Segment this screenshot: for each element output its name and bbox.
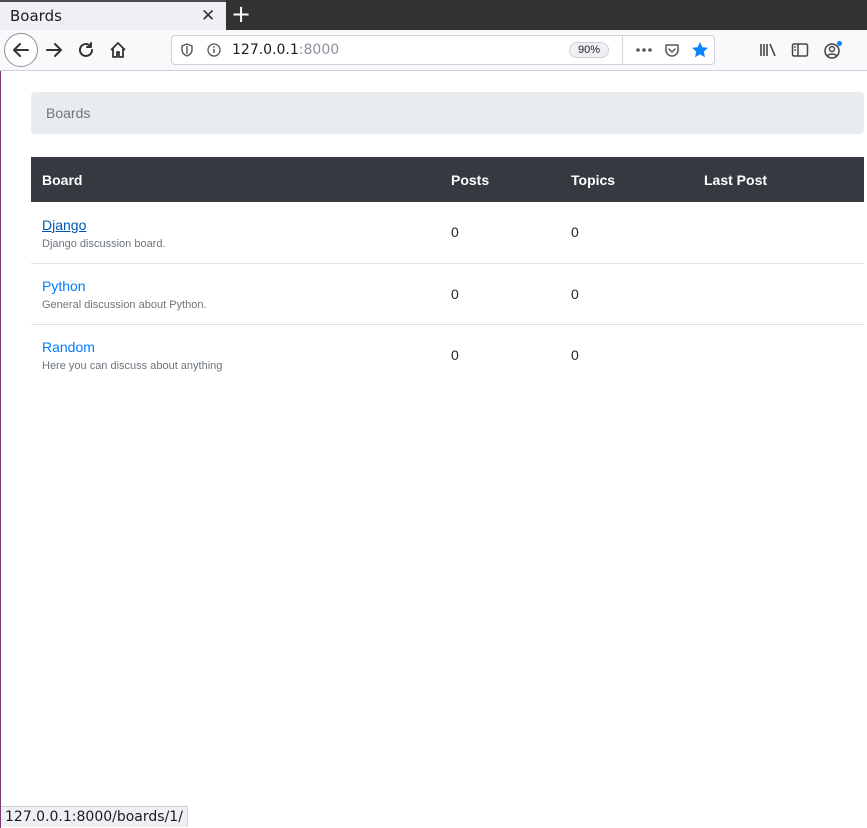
home-button[interactable] bbox=[102, 34, 134, 66]
info-icon[interactable] bbox=[206, 42, 222, 58]
table-header-row: Board Posts Topics Last Post bbox=[31, 157, 864, 202]
url-host: 127.0.0.1 bbox=[232, 42, 299, 58]
bookmark-star-icon[interactable] bbox=[691, 41, 709, 59]
breadcrumb-item-boards: Boards bbox=[46, 105, 91, 121]
library-icon[interactable] bbox=[758, 40, 778, 60]
back-button[interactable] bbox=[4, 33, 38, 67]
topics-count: 0 bbox=[571, 346, 579, 363]
new-tab-icon[interactable]: + bbox=[231, 1, 251, 27]
table-row: Django Django discussion board. 0 0 bbox=[31, 202, 864, 263]
url-bar[interactable]: 127.0.0.1:8000 90% bbox=[171, 35, 715, 65]
pocket-icon[interactable] bbox=[663, 42, 681, 58]
close-tab-icon[interactable]: ✕ bbox=[201, 6, 215, 26]
board-link-django[interactable]: Django bbox=[42, 217, 440, 233]
board-link-random[interactable]: Random bbox=[42, 339, 440, 355]
last-post bbox=[693, 263, 864, 324]
tab-boards[interactable]: Boards ✕ bbox=[0, 0, 226, 30]
table-row: Python General discussion about Python. … bbox=[31, 263, 864, 324]
forward-arrow-icon bbox=[46, 43, 62, 57]
account-icon[interactable] bbox=[822, 40, 844, 60]
posts-count: 0 bbox=[451, 224, 459, 241]
table-row: Random Here you can discuss about anythi… bbox=[31, 324, 864, 385]
column-header-last-post: Last Post bbox=[704, 171, 768, 188]
shield-icon[interactable] bbox=[179, 42, 195, 58]
board-description: Django discussion board. bbox=[42, 237, 166, 250]
home-icon bbox=[110, 42, 126, 58]
url-divider bbox=[622, 36, 623, 64]
forward-button[interactable] bbox=[38, 34, 70, 66]
back-arrow-icon bbox=[13, 43, 29, 57]
url-text[interactable]: 127.0.0.1:8000 bbox=[232, 42, 339, 58]
board-cell: Random Here you can discuss about anythi… bbox=[31, 324, 440, 385]
boards-table: Board Posts Topics Last Post Django Djan… bbox=[31, 157, 864, 385]
topics-count: 0 bbox=[571, 285, 579, 302]
board-description: General discussion about Python. bbox=[42, 299, 207, 311]
tab-title: Boards bbox=[10, 7, 62, 25]
reload-button[interactable] bbox=[70, 34, 102, 66]
last-post bbox=[693, 324, 864, 385]
tab-strip: Boards ✕ + bbox=[0, 0, 867, 30]
topics-count: 0 bbox=[571, 224, 579, 241]
column-header-board: Board bbox=[42, 171, 83, 188]
zoom-indicator[interactable]: 90% bbox=[569, 42, 610, 58]
last-post bbox=[693, 202, 864, 263]
board-link-python[interactable]: Python bbox=[42, 278, 440, 294]
reload-icon bbox=[79, 42, 93, 57]
status-bar-url: 127.0.0.1:8000/boards/1/ bbox=[1, 806, 188, 827]
posts-count: 0 bbox=[451, 285, 459, 302]
url-port: :8000 bbox=[298, 42, 340, 58]
column-header-topics: Topics bbox=[571, 171, 616, 188]
breadcrumb: Boards bbox=[31, 92, 864, 134]
posts-count: 0 bbox=[451, 346, 459, 363]
board-cell: Django Django discussion board. bbox=[31, 202, 440, 263]
column-header-posts: Posts bbox=[451, 171, 490, 188]
board-description: Here you can discuss about anything bbox=[42, 360, 223, 373]
nav-toolbar: 127.0.0.1:8000 90% bbox=[0, 30, 867, 71]
sidebar-icon[interactable] bbox=[790, 40, 810, 60]
page-content: Boards Board Posts Topics Last Post Djan… bbox=[0, 71, 867, 828]
more-actions-icon[interactable] bbox=[634, 42, 654, 58]
board-cell: Python General discussion about Python. bbox=[31, 263, 440, 324]
